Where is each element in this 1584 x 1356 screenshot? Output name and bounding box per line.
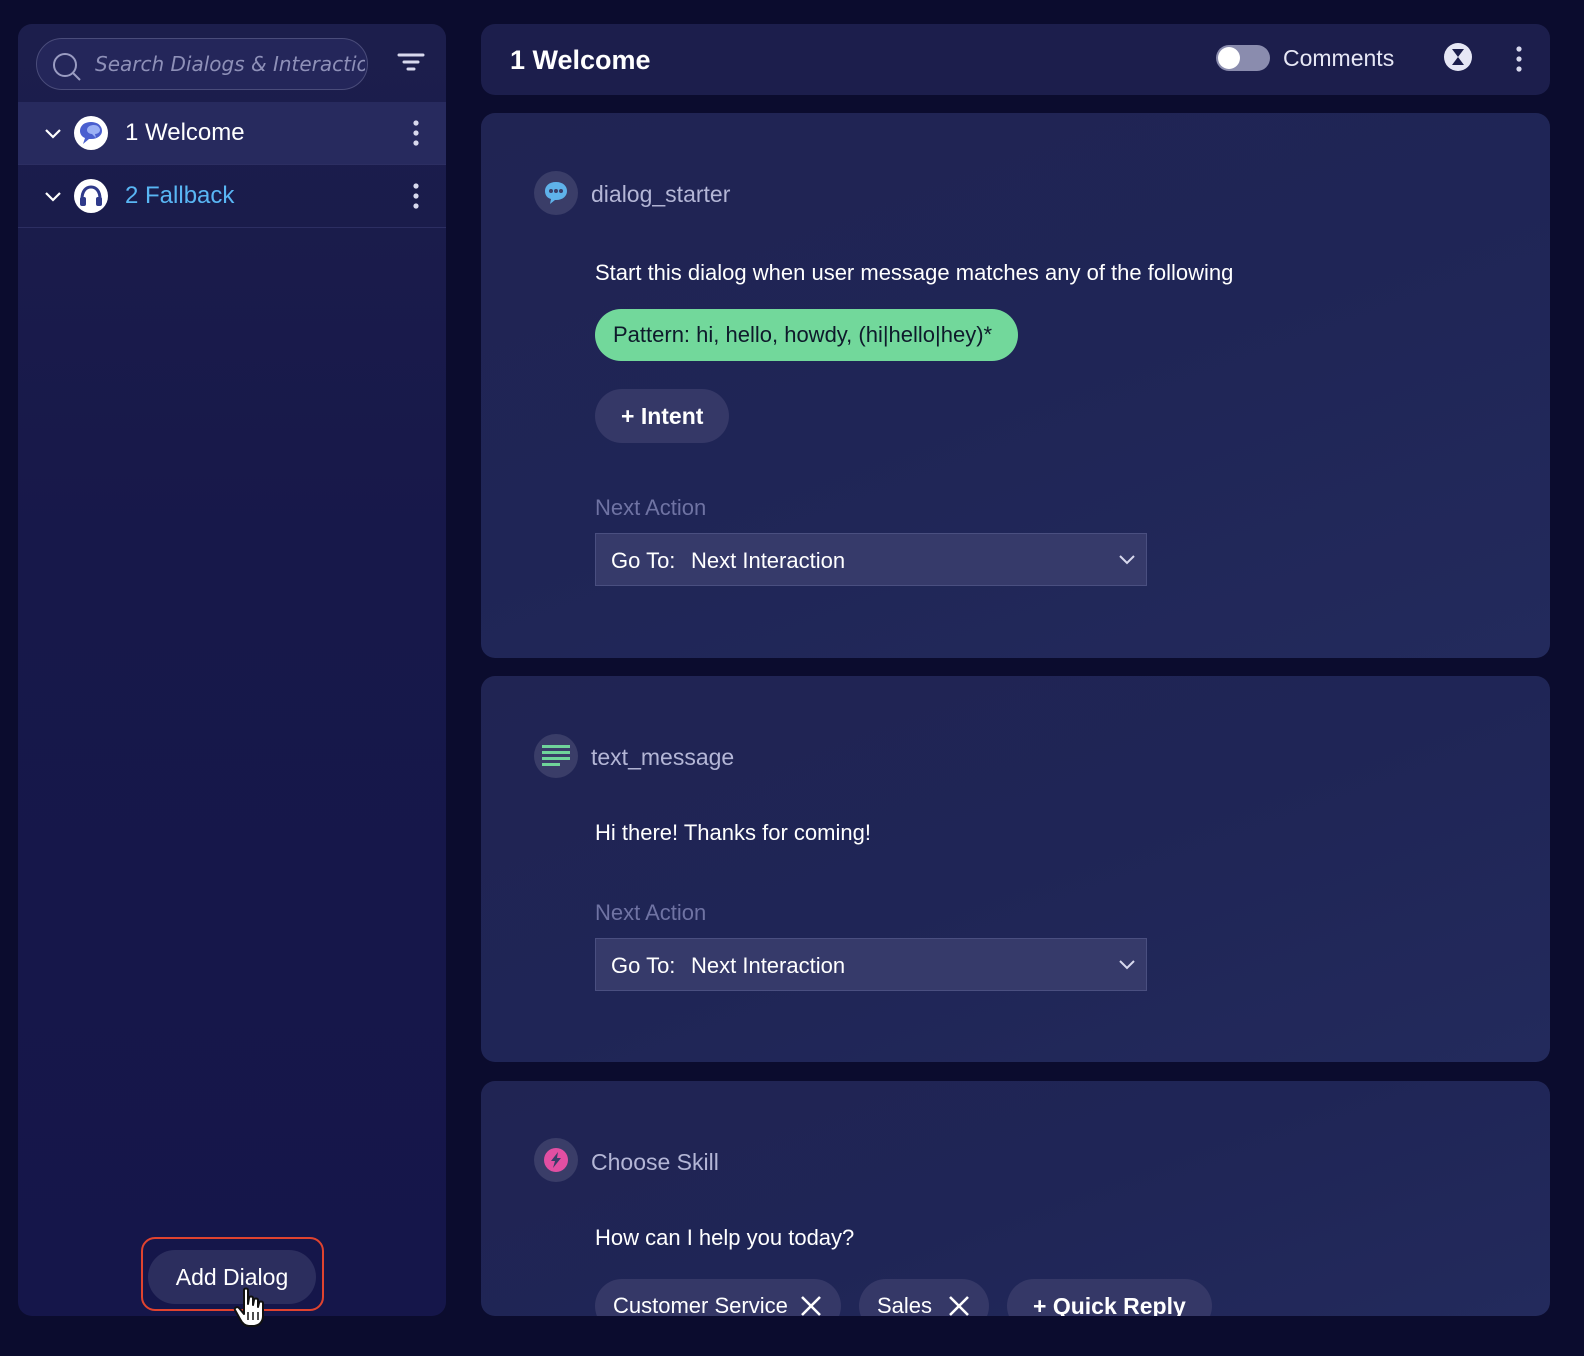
- comments-label: Comments: [1283, 45, 1395, 71]
- headset-icon: [80, 185, 102, 206]
- goto-prefix: Go To:: [611, 953, 676, 978]
- dialog-header: 1 Welcome Comments: [481, 24, 1550, 95]
- lightning-icon: [544, 1148, 568, 1172]
- more-vertical-icon[interactable]: [410, 181, 422, 211]
- next-action-select[interactable]: Go To: Next Interaction: [595, 533, 1147, 586]
- dialog-sidebar: 1 Welcome 2 Fallback Add Dialog: [18, 24, 446, 1316]
- search-icon: [53, 53, 81, 81]
- goto-prefix: Go To:: [611, 548, 676, 573]
- chat-bubble-icon: [80, 122, 102, 144]
- goto-value: Next Interaction: [691, 548, 846, 573]
- hourglass-icon[interactable]: [1443, 42, 1473, 72]
- quick-reply-chip[interactable]: Customer Service: [595, 1279, 841, 1316]
- close-icon[interactable]: [948, 1295, 970, 1316]
- card-type-icon: [534, 734, 578, 778]
- dialog-label: 2 Fallback: [125, 182, 235, 209]
- next-action-label: Next Action: [595, 900, 707, 925]
- more-vertical-icon[interactable]: [410, 118, 422, 148]
- hand-cursor-icon: [233, 1287, 264, 1327]
- more-vertical-icon[interactable]: [1513, 44, 1525, 74]
- chevron-down-icon[interactable]: [44, 124, 62, 142]
- chevron-down-icon[interactable]: [44, 187, 62, 205]
- chevron-down-icon: [1119, 555, 1135, 565]
- quick-reply-label: Customer Service: [613, 1293, 788, 1316]
- chevron-down-icon: [1119, 960, 1135, 970]
- quick-reply-chip[interactable]: Sales: [859, 1279, 989, 1316]
- headset-avatar: [74, 179, 108, 213]
- text-message-card: text_message Hi there! Thanks for coming…: [481, 676, 1550, 1062]
- card-type-label: text_message: [591, 744, 735, 770]
- goto-value: Next Interaction: [691, 953, 846, 978]
- search-box[interactable]: [36, 38, 368, 90]
- sidebar-search-row: [18, 24, 446, 102]
- card-type-label: Choose Skill: [591, 1149, 719, 1175]
- next-action-select[interactable]: Go To: Next Interaction: [595, 938, 1147, 991]
- toggle-knob: [1218, 47, 1240, 69]
- chat-avatar: [74, 116, 108, 150]
- card-type-label: dialog_starter: [591, 181, 731, 207]
- choose-skill-card: Choose Skill How can I help you today? C…: [481, 1081, 1550, 1316]
- add-quick-reply-button[interactable]: + Quick Reply: [1007, 1279, 1212, 1316]
- card-type-icon: [534, 171, 578, 215]
- dialog-item-welcome[interactable]: 1 Welcome: [18, 102, 446, 165]
- dialog-label: 1 Welcome: [125, 119, 245, 146]
- comments-toggle[interactable]: [1216, 45, 1270, 71]
- skill-prompt[interactable]: How can I help you today?: [595, 1223, 854, 1253]
- filter-icon: [397, 53, 425, 71]
- card-type-icon: [534, 1138, 578, 1182]
- search-input[interactable]: [95, 39, 365, 89]
- quick-reply-label: Sales: [877, 1293, 933, 1316]
- add-intent-button[interactable]: + Intent: [595, 389, 730, 443]
- chat-bubble-icon: [545, 182, 567, 204]
- dialog-starter-card: dialog_starter Start this dialog when us…: [481, 113, 1550, 658]
- message-text[interactable]: Hi there! Thanks for coming!: [595, 818, 871, 848]
- pattern-chip[interactable]: Pattern: hi, hello, howdy, (hi|hello|hey…: [595, 309, 1019, 361]
- starter-description: Start this dialog when user message matc…: [595, 260, 1234, 285]
- text-lines-icon: [542, 745, 570, 766]
- next-action-label: Next Action: [595, 495, 707, 520]
- page-title: 1 Welcome: [510, 45, 651, 75]
- filter-button[interactable]: [396, 48, 426, 78]
- dialog-item-fallback[interactable]: 2 Fallback: [18, 165, 446, 228]
- close-icon[interactable]: [800, 1295, 822, 1316]
